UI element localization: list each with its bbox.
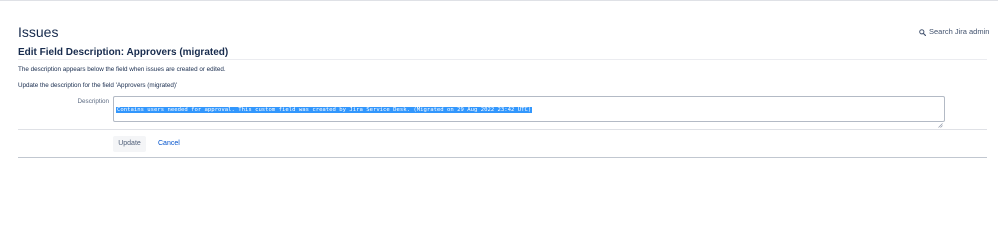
form-help-text: The description appears below the field … bbox=[18, 66, 226, 73]
description-textarea[interactable]: Contains users needed for approval. This… bbox=[113, 96, 945, 128]
description-selected-text: Contains users needed for approval. This… bbox=[116, 107, 533, 113]
form-divider bbox=[18, 129, 987, 130]
resize-grip-icon[interactable] bbox=[938, 115, 943, 128]
form-instruction-text: Update the description for the field 'Ap… bbox=[18, 82, 178, 89]
top-border bbox=[0, 0, 998, 1]
search-jira-admin-label: Search Jira admin bbox=[929, 27, 990, 36]
form-bottom-divider bbox=[18, 157, 987, 158]
update-button[interactable]: Update bbox=[113, 136, 146, 152]
heading-divider bbox=[18, 59, 987, 60]
cancel-link[interactable]: Cancel bbox=[158, 136, 180, 152]
form-heading: Edit Field Description: Approvers (migra… bbox=[18, 47, 229, 58]
search-icon bbox=[919, 28, 926, 36]
page-title: Issues bbox=[18, 24, 59, 40]
search-jira-admin-link[interactable]: Search Jira admin bbox=[919, 27, 989, 37]
description-label: Description bbox=[77, 98, 110, 105]
